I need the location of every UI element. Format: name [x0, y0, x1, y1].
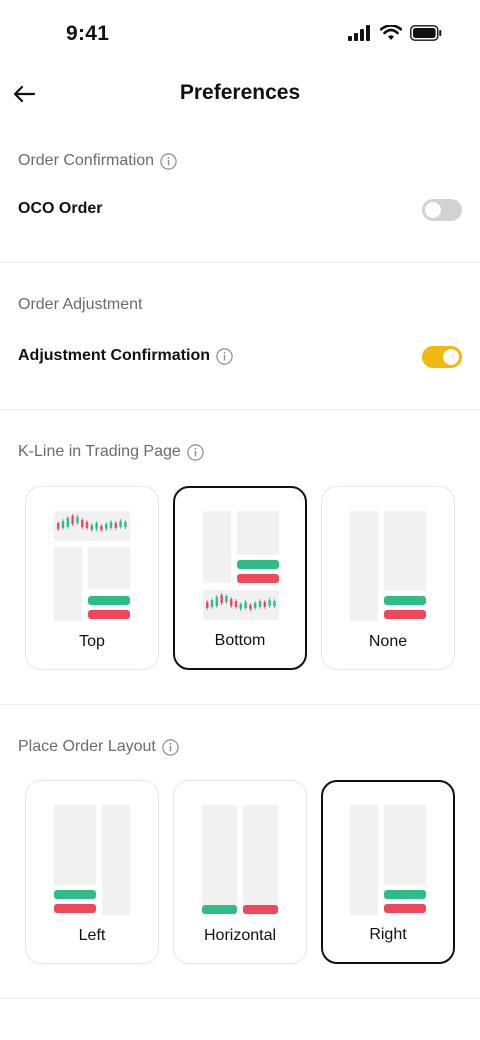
order-adjustment-section-title: Order Adjustment — [18, 296, 143, 314]
oco-order-toggle[interactable] — [422, 199, 462, 221]
orderbook-block — [102, 805, 130, 915]
oco-order-text: OCO Order — [18, 200, 103, 217]
order-adjustment-title-text: Order Adjustment — [18, 296, 143, 313]
toggle-knob — [443, 349, 459, 365]
form-block — [88, 547, 130, 589]
buy-button-preview — [202, 905, 237, 914]
toggle-knob — [425, 202, 441, 218]
form-block — [202, 805, 237, 915]
divider — [0, 409, 480, 410]
layout-section-title: Place Order Layout — [18, 738, 179, 756]
status-time: 9:41 — [66, 22, 110, 45]
layout-option-horizontal[interactable]: Horizontal — [173, 780, 307, 964]
layout-option-label: Left — [78, 927, 106, 944]
form-block — [384, 805, 426, 885]
form-block — [384, 511, 426, 591]
orderbook-block — [243, 805, 278, 915]
adjustment-confirmation-text: Adjustment Confirmation — [18, 347, 210, 364]
orderbook-block — [203, 511, 231, 583]
sell-button-preview — [54, 904, 96, 913]
status-icons — [348, 25, 442, 41]
sell-button-preview — [384, 610, 426, 619]
cellular-signal-icon — [348, 25, 370, 41]
kline-option-label: Top — [79, 633, 105, 650]
kline-section-title: K-Line in Trading Page — [18, 443, 204, 461]
page-title: Preferences — [179, 81, 301, 104]
kline-chart-preview — [54, 511, 130, 541]
kline-option-label: None — [368, 633, 408, 650]
sell-button-preview — [88, 610, 130, 619]
battery-icon — [410, 25, 442, 41]
form-block — [54, 805, 96, 885]
buy-button-preview — [54, 890, 96, 899]
buy-button-preview — [88, 596, 130, 605]
orderbook-block — [54, 547, 82, 621]
wifi-icon — [380, 25, 402, 40]
adjustment-confirmation-toggle[interactable] — [422, 346, 462, 368]
layout-option-label: Right — [369, 926, 407, 943]
info-icon[interactable] — [187, 443, 204, 461]
divider — [0, 998, 480, 999]
nav-header: Preferences — [0, 72, 480, 116]
form-block — [237, 511, 279, 555]
info-icon[interactable] — [160, 152, 177, 170]
status-bar: 9:41 — [0, 0, 480, 70]
sell-button-preview — [384, 904, 426, 913]
layout-title-text: Place Order Layout — [18, 738, 156, 755]
sell-button-preview — [243, 905, 278, 914]
kline-title-text: K-Line in Trading Page — [18, 443, 181, 460]
candlestick-icon — [206, 593, 276, 611]
kline-option-none[interactable]: None — [321, 486, 455, 670]
kline-option-top[interactable]: Top — [25, 486, 159, 670]
layout-option-label: Horizontal — [203, 927, 277, 944]
divider — [0, 262, 480, 263]
buy-button-preview — [237, 560, 279, 569]
kline-chart-preview — [203, 590, 279, 620]
orderbook-block — [350, 805, 378, 915]
oco-order-label: OCO Order — [18, 200, 102, 218]
adjustment-confirmation-label: Adjustment Confirmation — [18, 347, 233, 365]
info-icon[interactable] — [216, 347, 233, 365]
buy-button-preview — [384, 890, 426, 899]
sell-button-preview — [237, 574, 279, 583]
orderbook-block — [350, 511, 378, 621]
buy-button-preview — [384, 596, 426, 605]
info-icon[interactable] — [162, 738, 179, 756]
candlestick-icon — [57, 514, 127, 532]
order-confirmation-section-title: Order Confirmation — [18, 152, 177, 170]
layout-option-right[interactable]: Right — [321, 780, 455, 964]
layout-option-left[interactable]: Left — [25, 780, 159, 964]
kline-option-bottom[interactable]: Bottom — [173, 486, 307, 670]
order-confirmation-title-text: Order Confirmation — [18, 152, 155, 169]
kline-option-label: Bottom — [214, 632, 266, 649]
divider — [0, 704, 480, 705]
